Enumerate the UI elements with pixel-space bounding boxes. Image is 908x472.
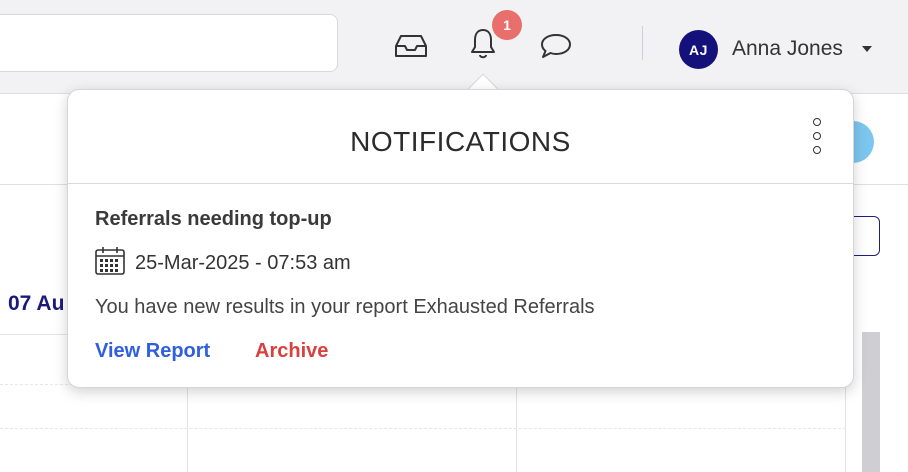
avatar[interactable]: AJ — [679, 30, 718, 69]
calendar-header: 07 Au — [8, 292, 65, 315]
scrollbar[interactable] — [862, 332, 880, 472]
calendar-icon — [94, 246, 126, 281]
notification-title: Referrals needing top-up — [95, 208, 332, 230]
messages-button[interactable] — [538, 28, 574, 64]
header-divider — [642, 26, 643, 60]
inbox-icon — [394, 33, 428, 59]
search-input[interactable] — [0, 14, 338, 72]
archive-link[interactable]: Archive — [255, 340, 328, 363]
notifications-popover: NOTIFICATIONS Referrals needing top-up 2… — [67, 89, 854, 388]
calendar-grid-row — [0, 428, 846, 429]
popover-divider — [68, 183, 853, 184]
notification-datetime: 25-Mar-2025 - 07:53 am — [135, 252, 351, 274]
chat-icon — [539, 31, 573, 61]
view-report-link[interactable]: View Report — [95, 340, 210, 363]
caret-down-icon[interactable] — [862, 46, 872, 52]
notification-count-badge: 1 — [492, 10, 522, 40]
inbox-button[interactable] — [393, 28, 429, 64]
notification-message: You have new results in your report Exha… — [95, 296, 595, 318]
popover-title: NOTIFICATIONS — [350, 126, 571, 157]
more-options-icon[interactable] — [806, 118, 828, 154]
user-name[interactable]: Anna Jones — [732, 37, 843, 61]
